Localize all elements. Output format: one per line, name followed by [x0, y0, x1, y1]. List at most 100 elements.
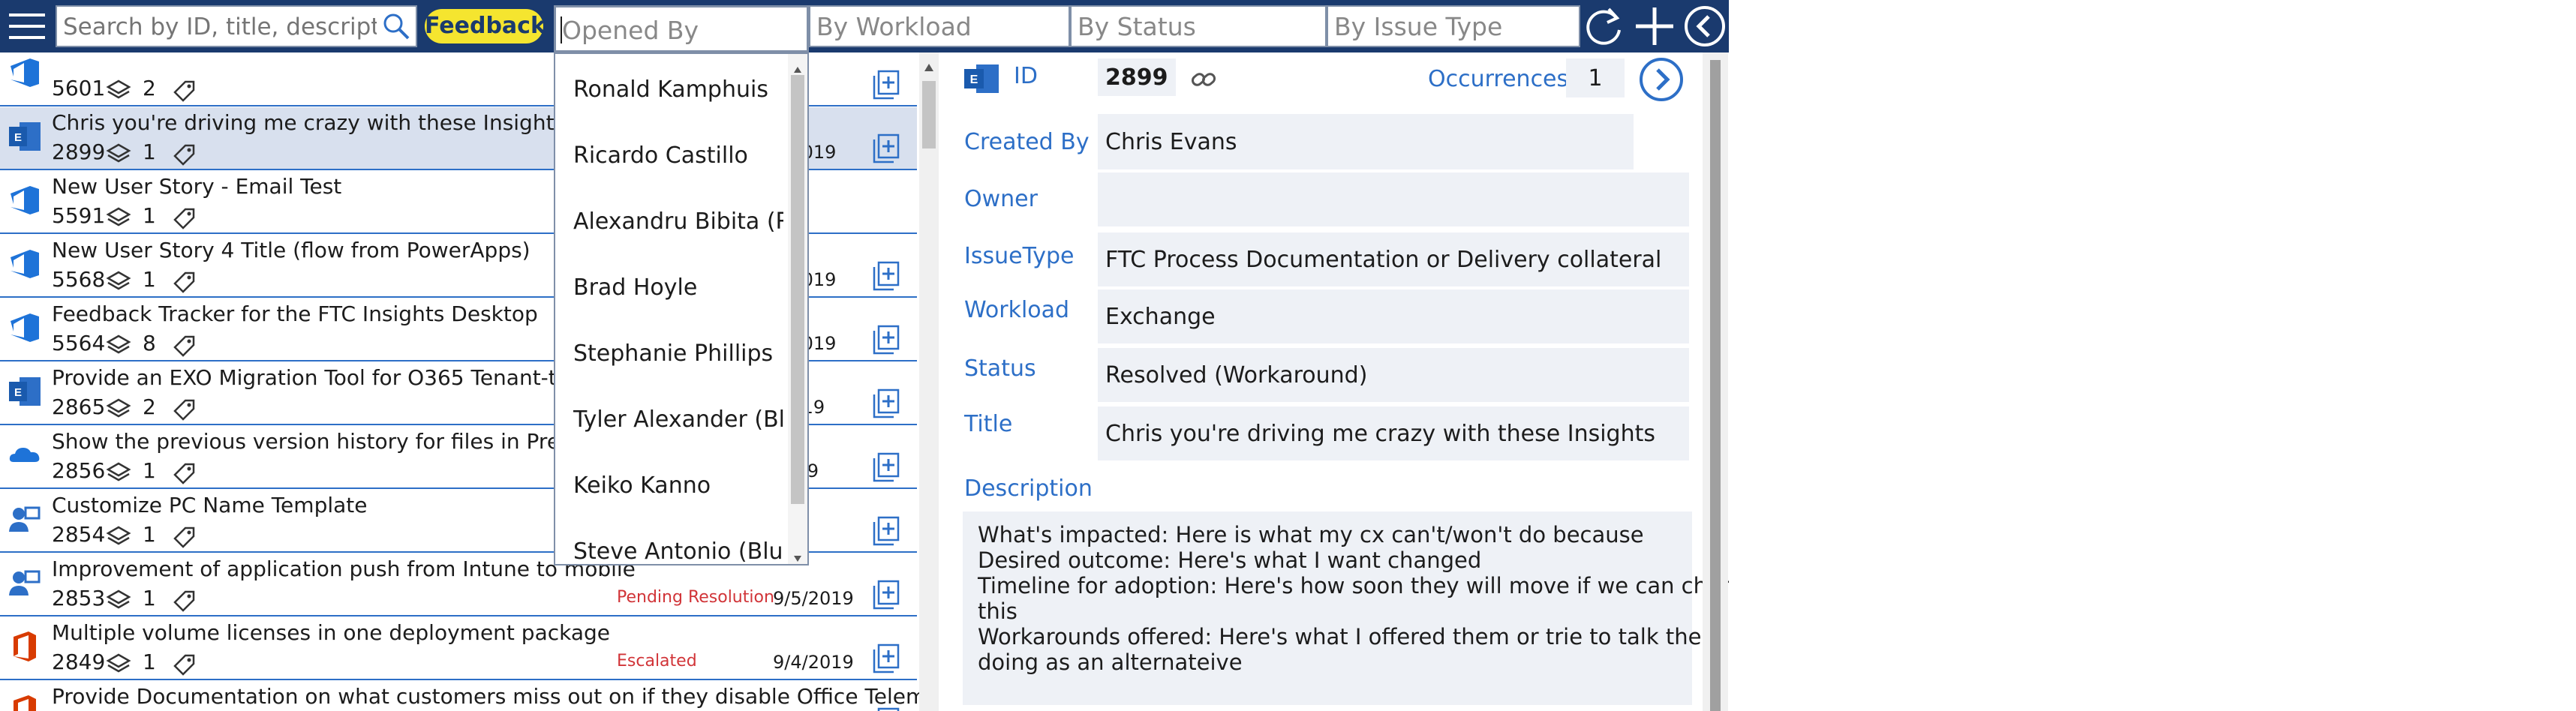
row-id: 2856 — [52, 458, 106, 483]
workload-chevron-down-icon[interactable] — [1029, 4, 1069, 46]
description-line: Timeline for adoption: Here's how soon t… — [978, 573, 1729, 598]
row-id: 5591 — [52, 203, 106, 228]
dropdown-option[interactable]: Tyler Alexander (Blue — [573, 406, 783, 433]
row-title: Provide Documentation on what customers … — [52, 684, 919, 709]
azure-devops-icon — [8, 56, 42, 90]
add-occurrence-icon[interactable] — [873, 452, 900, 482]
tag-icon[interactable] — [172, 524, 197, 550]
row-id: 2849 — [52, 650, 106, 674]
feedback-button[interactable]: Feedback? — [425, 9, 558, 44]
list-scrollbar[interactable] — [919, 52, 939, 711]
row-id: 5564 — [52, 331, 106, 356]
detail-scroll-thumb[interactable] — [1710, 60, 1721, 711]
id-label: ID — [1014, 63, 1038, 89]
dropdown-option[interactable]: Brad Hoyle — [573, 274, 697, 301]
detail-pane: E ID 2899 Occurrences 1 Created By Chris… — [939, 52, 1729, 711]
exchange-icon: E — [8, 119, 42, 154]
issue-type-chevron-down-icon[interactable] — [1537, 4, 1576, 46]
owner-value[interactable] — [1098, 172, 1689, 226]
add-occurrence-icon[interactable] — [873, 388, 900, 418]
stack-icon — [106, 461, 131, 484]
row-title: Chris you're driving me crazy with these… — [52, 110, 566, 135]
detail-scrollbar[interactable] — [1703, 52, 1728, 711]
dropdown-scrollbar[interactable] — [788, 54, 807, 564]
row-title: New User Story - Email Test — [52, 174, 342, 199]
description-line: this — [978, 598, 1017, 624]
tag-icon[interactable] — [172, 78, 197, 104]
issue-type-value: FTC Process Documentation or Delivery co… — [1098, 232, 1689, 286]
copy-link-icon[interactable] — [1191, 68, 1218, 94]
status-label: Status — [964, 356, 1036, 382]
back-icon[interactable] — [1684, 5, 1726, 50]
dropdown-option[interactable]: Steve Antonio (Bluep — [573, 538, 783, 564]
stack-icon — [106, 270, 131, 292]
owner-label: Owner — [964, 186, 1038, 212]
tag-icon[interactable] — [172, 142, 197, 167]
row-count: 2 — [143, 76, 156, 100]
row-date: 9/5/2019 — [773, 588, 854, 609]
row-count: 1 — [143, 586, 156, 610]
row-status: Escalated — [617, 652, 697, 670]
refresh-icon[interactable] — [1582, 4, 1625, 51]
add-icon[interactable] — [1633, 4, 1676, 51]
hamburger-menu-icon[interactable] — [8, 10, 47, 42]
azure-devops-icon — [8, 310, 42, 345]
tag-icon[interactable] — [172, 397, 197, 422]
svg-text:E: E — [14, 386, 22, 399]
user-admin-icon — [8, 502, 42, 536]
add-occurrence-icon[interactable] — [873, 134, 900, 164]
tag-icon[interactable] — [172, 333, 197, 358]
tag-icon[interactable] — [172, 588, 197, 614]
svg-text:E: E — [14, 131, 22, 144]
azure-devops-icon — [8, 183, 42, 218]
search-input[interactable] — [62, 11, 378, 43]
status-chevron-down-icon[interactable] — [1282, 4, 1321, 46]
title-value: Chris you're driving me crazy with these… — [1098, 406, 1689, 460]
row-id: 2853 — [52, 586, 106, 610]
stack-icon — [106, 206, 131, 229]
dropdown-scroll-down-icon[interactable] — [794, 550, 801, 564]
scroll-up-arrow-icon[interactable] — [924, 60, 933, 74]
row-id: 2865 — [52, 394, 106, 419]
user-admin-icon — [8, 566, 42, 600]
add-occurrence-icon[interactable] — [873, 325, 900, 355]
add-occurrence-icon[interactable] — [873, 261, 900, 291]
list-item[interactable]: Multiple volume licenses in one deployme… — [0, 617, 917, 680]
tag-icon[interactable] — [172, 652, 197, 677]
dropdown-option[interactable]: Stephanie Phillips — [573, 340, 773, 367]
stack-icon — [106, 398, 131, 420]
dropdown-option[interactable]: Keiko Kanno — [573, 472, 711, 499]
add-occurrence-icon[interactable] — [873, 580, 900, 610]
row-count: 1 — [143, 203, 156, 228]
list-item[interactable]: Provide Documentation on what customers … — [0, 681, 919, 711]
tag-icon[interactable] — [172, 206, 197, 231]
tag-icon[interactable] — [172, 269, 197, 295]
workload-placeholder: By Workload — [816, 12, 972, 41]
opened-by-filter[interactable]: Opened By — [554, 5, 809, 52]
dropdown-scroll-thumb[interactable] — [791, 75, 804, 504]
add-occurrence-icon[interactable] — [873, 707, 900, 711]
dropdown-scroll-up-icon[interactable] — [794, 62, 801, 76]
search-icon[interactable] — [381, 11, 411, 44]
add-occurrence-icon[interactable] — [873, 516, 900, 546]
description-text: What's impacted: Here is what my cx can'… — [978, 522, 1729, 675]
search-box[interactable] — [56, 5, 417, 47]
row-count: 1 — [143, 458, 156, 483]
row-count: 8 — [143, 331, 156, 356]
workload-value: Exchange — [1098, 290, 1689, 344]
created-by-value: Chris Evans — [1098, 114, 1634, 170]
description-box: What's impacted: Here is what my cx can'… — [963, 512, 1729, 705]
tag-icon[interactable] — [172, 460, 197, 486]
dropdown-option[interactable]: Alexandru Bibita (Rin — [573, 208, 783, 235]
next-icon[interactable] — [1639, 57, 1684, 105]
scroll-thumb[interactable] — [922, 81, 936, 148]
dropdown-option[interactable]: Ronald Kamphuis — [573, 76, 768, 103]
opened-by-dropdown-list[interactable]: Ronald Kamphuis Ricardo Castillo Alexandru… — [554, 52, 809, 566]
onedrive-icon — [8, 438, 42, 472]
add-occurrence-icon[interactable] — [873, 70, 900, 100]
row-count: 1 — [143, 140, 156, 164]
dropdown-option[interactable]: Ricardo Castillo — [573, 142, 748, 169]
description-line: Desired outcome: Here's what I want chan… — [978, 548, 1482, 573]
add-occurrence-icon[interactable] — [873, 644, 900, 674]
stack-icon — [106, 652, 131, 675]
